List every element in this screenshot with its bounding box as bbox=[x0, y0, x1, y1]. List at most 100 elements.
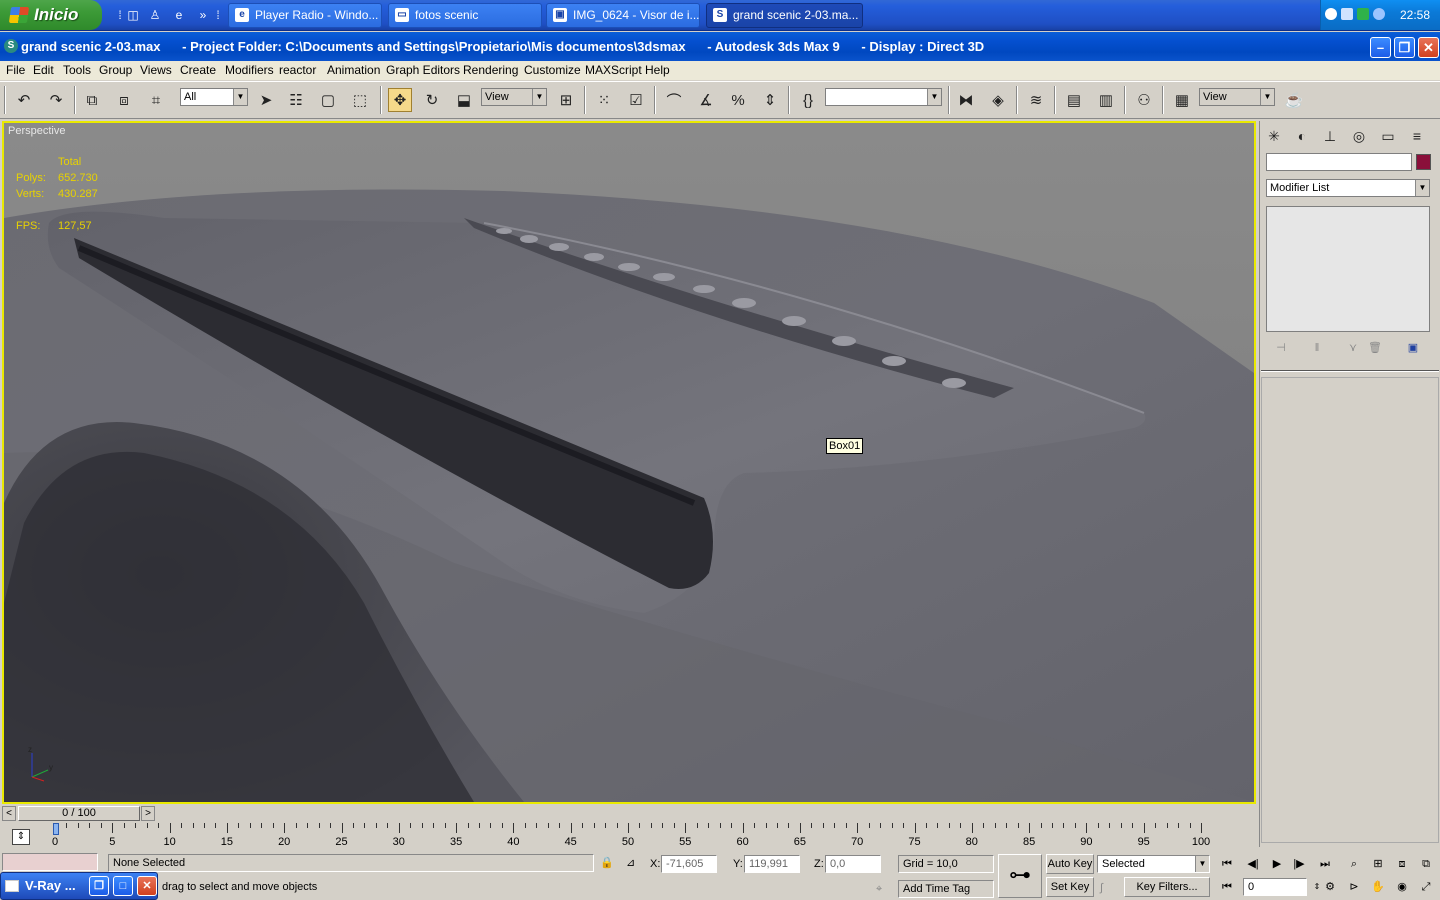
perspective-viewport[interactable]: Perspective Total Polys: 652.730 Verts: … bbox=[2, 121, 1256, 804]
curve-editor-icon[interactable]: ▤ bbox=[1062, 88, 1086, 112]
selection-filter-dropdown[interactable]: All ▼ bbox=[180, 88, 248, 106]
quicklaunch-user-icon[interactable]: ♙ bbox=[147, 7, 163, 23]
motion-tab-icon[interactable]: ◎ bbox=[1348, 125, 1370, 147]
task-player-radio[interactable]: e Player Radio - Windo... bbox=[228, 3, 382, 28]
add-time-tag-field[interactable]: Add Time Tag bbox=[898, 880, 994, 898]
menu-modifiers[interactable]: Modifiers bbox=[225, 62, 274, 78]
material-editor-icon[interactable]: ⚇ bbox=[1132, 88, 1156, 112]
default-in-out-tangent-icon[interactable]: ∫ bbox=[1100, 880, 1103, 896]
minimize-button[interactable]: – bbox=[1370, 37, 1391, 58]
configure-modifier-sets-icon[interactable]: ▣ bbox=[1404, 339, 1422, 357]
maxscript-listener-mini[interactable] bbox=[2, 853, 98, 871]
crossing-icon[interactable]: ⌖ bbox=[876, 881, 882, 897]
hierarchy-tab-icon[interactable]: ⊥ bbox=[1319, 125, 1341, 147]
start-button[interactable]: Inicio bbox=[0, 0, 102, 30]
go-to-end-icon[interactable]: ⏭ bbox=[1315, 855, 1335, 873]
x-coordinate-input[interactable]: -71,605 bbox=[661, 855, 717, 873]
zoom-extents-all-icon[interactable]: ⧉ bbox=[1416, 855, 1436, 873]
modifier-list-dropdown[interactable]: Modifier List ▼ bbox=[1266, 179, 1430, 197]
menu-file[interactable]: File bbox=[6, 62, 25, 78]
redo-icon[interactable]: ↷ bbox=[44, 88, 68, 112]
align-icon[interactable]: ◈ bbox=[986, 88, 1010, 112]
layer-manager-icon[interactable]: ≋ bbox=[1024, 88, 1048, 112]
go-to-start-icon[interactable]: ⏮ bbox=[1217, 855, 1237, 873]
volume-icon[interactable] bbox=[1373, 8, 1385, 20]
keyboard-shortcut-override-icon[interactable]: ☑ bbox=[624, 88, 648, 112]
select-and-manipulate-icon[interactable]: ⁙ bbox=[592, 88, 616, 112]
undo-icon[interactable]: ↶ bbox=[12, 88, 36, 112]
angle-snap-icon[interactable]: ∡ bbox=[694, 88, 718, 112]
quicklaunch-more-icon[interactable]: » bbox=[195, 7, 211, 23]
security-icon[interactable] bbox=[1357, 8, 1369, 20]
zoom-icon[interactable]: ⌕ bbox=[1344, 855, 1364, 873]
quick-render-icon[interactable]: ☕ bbox=[1282, 88, 1306, 112]
show-end-result-icon[interactable]: ‖ bbox=[1308, 339, 1326, 357]
auto-key-button[interactable]: Auto Key bbox=[1046, 854, 1094, 874]
trackbar[interactable]: ⇕ 0 5 10 15 20 25 30 35 40 45 50 55 60 65 70 75 80 85 90 95… bbox=[0, 823, 1256, 850]
display-tab-icon[interactable]: ▭ bbox=[1377, 125, 1399, 147]
time-slider-thumb[interactable]: 0 / 100 bbox=[18, 806, 140, 821]
key-filters-button[interactable]: Key Filters... bbox=[1124, 877, 1210, 897]
quicklaunch-app-icon[interactable]: ◫ bbox=[125, 7, 141, 23]
pivot-center-icon[interactable]: ⊞ bbox=[554, 88, 578, 112]
named-selection-dropdown[interactable]: ▼ bbox=[825, 88, 942, 106]
absolute-mode-icon[interactable]: ⊿ bbox=[626, 855, 635, 871]
select-and-move-icon[interactable]: ✥ bbox=[388, 88, 412, 112]
menu-maxscript[interactable]: MAXScript bbox=[585, 62, 642, 78]
menu-rendering[interactable]: Rendering bbox=[463, 62, 518, 78]
zoom-all-icon[interactable]: ⊞ bbox=[1368, 855, 1388, 873]
reference-coordinate-dropdown[interactable]: View ▼ bbox=[481, 88, 547, 106]
menu-tools[interactable]: Tools bbox=[63, 62, 91, 78]
percent-snap-icon[interactable]: % bbox=[726, 88, 750, 112]
lock-selection-icon[interactable]: 🔒 bbox=[600, 855, 614, 871]
edit-named-selection-icon[interactable]: {} bbox=[796, 88, 820, 112]
menu-views[interactable]: Views bbox=[140, 62, 172, 78]
menu-reactor[interactable]: reactor bbox=[279, 62, 316, 78]
modifier-stack[interactable] bbox=[1266, 206, 1430, 332]
window-crossing-icon[interactable]: ⬚ bbox=[348, 88, 372, 112]
network-icon[interactable] bbox=[1341, 8, 1353, 20]
task-fotos-scenic[interactable]: ▭ fotos scenic bbox=[388, 3, 542, 28]
modify-tab-icon[interactable]: ◐ bbox=[1291, 125, 1313, 147]
menu-edit[interactable]: Edit bbox=[33, 62, 54, 78]
close-button[interactable]: ✕ bbox=[1418, 37, 1439, 58]
quicklaunch-ie-icon[interactable]: e bbox=[171, 7, 187, 23]
object-color-swatch[interactable] bbox=[1416, 154, 1431, 170]
mirror-icon[interactable]: ⧓ bbox=[954, 88, 978, 112]
make-unique-icon[interactable]: ⋎ bbox=[1344, 339, 1362, 357]
select-and-scale-icon[interactable]: ⬓ bbox=[452, 88, 476, 112]
y-coordinate-input[interactable]: 119,991 bbox=[744, 855, 800, 873]
task-image-viewer[interactable]: ▣ IMG_0624 - Visor de i... bbox=[546, 3, 700, 28]
menu-group[interactable]: Group bbox=[99, 62, 132, 78]
restore-button[interactable]: ❐ bbox=[1394, 37, 1415, 58]
object-name-input[interactable] bbox=[1266, 153, 1412, 171]
create-tab-icon[interactable]: ✳ bbox=[1263, 125, 1285, 147]
next-frame-icon[interactable]: |▶ bbox=[1289, 855, 1309, 873]
time-slider[interactable]: < 0 / 100 > bbox=[0, 805, 1256, 822]
vray-frame-buffer-task[interactable]: V-Ray ... ❐ □ ✕ bbox=[0, 872, 158, 900]
key-mode-toggle-icon[interactable]: ⏮ bbox=[1217, 878, 1237, 896]
select-and-rotate-icon[interactable]: ↻ bbox=[420, 88, 444, 112]
time-configuration-icon[interactable]: ⚙ bbox=[1320, 878, 1340, 896]
viewport-label[interactable]: Perspective bbox=[8, 125, 65, 137]
pin-stack-icon[interactable]: ⊣ bbox=[1272, 339, 1290, 357]
vray-maximize-button[interactable]: □ bbox=[113, 876, 133, 896]
previous-frame-icon[interactable]: ◀| bbox=[1243, 855, 1263, 873]
chevron-left-icon[interactable]: < bbox=[2, 806, 16, 821]
menu-help[interactable]: Help bbox=[645, 62, 670, 78]
render-scene-dialog-icon[interactable]: ▦ bbox=[1170, 88, 1194, 112]
zoom-extents-icon[interactable]: ⧈ bbox=[1392, 855, 1412, 873]
select-by-name-icon[interactable]: ☷ bbox=[284, 88, 308, 112]
unlink-selection-icon[interactable]: ⧈ bbox=[112, 88, 136, 112]
menu-customize[interactable]: Customize bbox=[524, 62, 581, 78]
select-and-link-icon[interactable]: ⧉ bbox=[80, 88, 104, 112]
arc-rotate-icon[interactable]: ◉ bbox=[1392, 878, 1412, 896]
spinner-snap-icon[interactable]: ⇕ bbox=[758, 88, 782, 112]
render-view-dropdown[interactable]: View ▼ bbox=[1199, 88, 1275, 106]
schematic-view-icon[interactable]: ▥ bbox=[1094, 88, 1118, 112]
chevron-right-icon[interactable]: > bbox=[141, 806, 155, 821]
menu-graph-editors[interactable]: Graph Editors bbox=[386, 62, 460, 78]
task-3dsmax[interactable]: S grand scenic 2-03.ma... bbox=[706, 3, 863, 28]
pan-view-icon[interactable]: ✋ bbox=[1368, 878, 1388, 896]
maximize-viewport-icon[interactable]: ⤢ bbox=[1416, 878, 1436, 896]
